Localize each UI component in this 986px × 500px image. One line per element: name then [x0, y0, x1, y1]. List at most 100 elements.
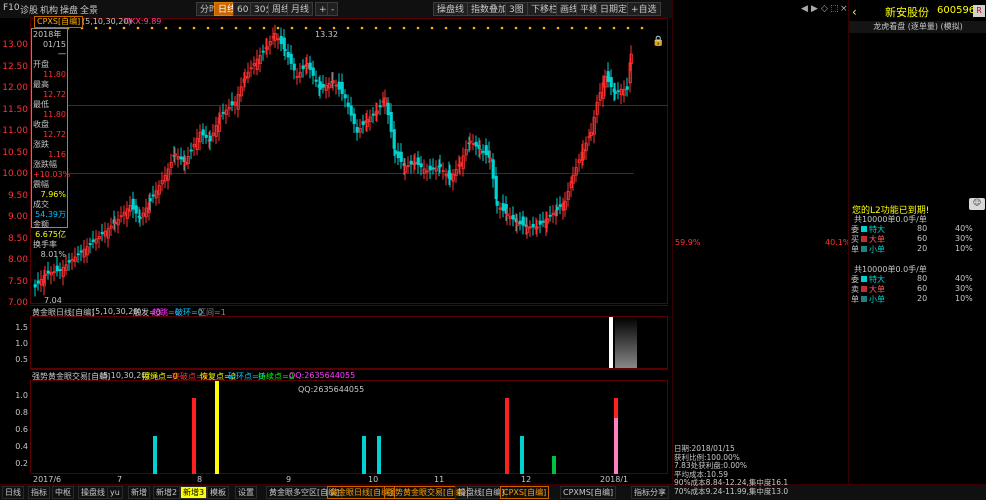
- candle-body: [518, 220, 522, 225]
- bottom-add3-tab[interactable]: 新增3: [180, 486, 208, 499]
- operation-link[interactable]: 操盘: [60, 3, 78, 16]
- indicator-tab[interactable]: CPXS[自编]: [500, 486, 550, 499]
- bottom-template-tab[interactable]: 模板: [207, 486, 229, 499]
- bottom-settings-tab[interactable]: 设置: [235, 486, 257, 499]
- close-icon[interactable]: ×: [840, 4, 848, 14]
- institution-link[interactable]: 机构: [40, 3, 58, 16]
- bottom-yu-tab[interactable]: yu: [107, 486, 123, 499]
- x-tick: 2017/6: [33, 475, 62, 484]
- flow-row: 委 特大 80 40%: [849, 274, 986, 284]
- diamond-icon[interactable]: ◇: [821, 4, 828, 14]
- frame-icon[interactable]: ⬚: [830, 4, 839, 14]
- info-value: 54.39万: [35, 210, 66, 219]
- signal-dot: [164, 26, 168, 30]
- candle-info-box: 2018年 01/15 一 开盘 11.80 最高 12.72 最低 11.80…: [31, 28, 70, 259]
- signal-dot: [570, 26, 574, 30]
- sub1-y-tick: 1.0: [15, 339, 28, 348]
- sub1-bar: [609, 317, 613, 368]
- candle-body: [208, 135, 212, 142]
- candle-body: [474, 141, 478, 147]
- candle-body: [46, 270, 50, 274]
- bottom-daily-tab[interactable]: 日线: [2, 486, 24, 499]
- candle-body: [261, 50, 265, 53]
- diagnose-link[interactable]: 诊股: [20, 3, 38, 16]
- panorama-link[interactable]: 全景: [80, 3, 98, 16]
- flow-pct: 40%: [955, 274, 973, 283]
- candle-body: [301, 65, 305, 70]
- y-tick: 10.00: [2, 169, 28, 179]
- candle-body: [558, 204, 562, 207]
- swatch-icon: [861, 276, 867, 282]
- y-tick: 7.50: [7, 277, 28, 287]
- stat-line: 70%成本9.24-11.99,集中度13.0: [674, 486, 789, 496]
- bottom-opline-tab[interactable]: 操盘线: [78, 486, 108, 499]
- candle-body: [311, 67, 315, 76]
- indicator-tab[interactable]: CPXMS[自编]: [560, 486, 617, 499]
- x-tick: 2018/1: [600, 475, 629, 484]
- candle-body: [416, 157, 420, 165]
- period-monthly-button[interactable]: 月线: [287, 2, 314, 16]
- candle-body: [349, 105, 353, 116]
- flow-name: 小单: [869, 295, 885, 304]
- lock-icon[interactable]: 🔒: [652, 36, 664, 47]
- sub1-title[interactable]: 黄金眼日线[自编]: [32, 307, 94, 318]
- candle-body: [100, 232, 104, 235]
- info-label: 换手率: [33, 240, 57, 249]
- indicator-share-tab[interactable]: 指标分享: [631, 486, 669, 499]
- next-icon[interactable]: ▶: [811, 4, 818, 14]
- candle-body: [79, 250, 83, 253]
- candle-body: [428, 165, 432, 171]
- signal-dot: [444, 26, 448, 30]
- bottom-add2-tab[interactable]: 新增2: [153, 486, 181, 499]
- chevron-left-icon[interactable]: ‹: [852, 5, 857, 19]
- flow-num: 20: [917, 244, 928, 253]
- signal-dot: [528, 26, 532, 30]
- add-watchlist-button[interactable]: +自选: [627, 2, 661, 16]
- flow-num: 80: [917, 274, 928, 283]
- f10-link[interactable]: F10: [3, 3, 20, 13]
- flow-num: 80: [917, 224, 928, 233]
- signal-dot: [318, 26, 322, 30]
- y-tick: 7.00: [7, 298, 28, 308]
- bottom-indicator-tab[interactable]: 指标: [28, 486, 50, 499]
- flow-row: 卖 大单 60 30%: [849, 284, 986, 294]
- y-tick: 12.50: [2, 62, 28, 72]
- signal-bar: [192, 398, 196, 474]
- user-icon[interactable]: ☺: [969, 198, 985, 210]
- candle-body: [76, 253, 80, 256]
- info-value: 1.16: [48, 150, 66, 159]
- signal-dot: [402, 26, 406, 30]
- info-label: 开盘: [33, 60, 49, 69]
- candle-body: [230, 101, 234, 106]
- info-year: 2018年: [33, 30, 62, 39]
- candle-body: [389, 112, 393, 132]
- signal-dot: [416, 26, 420, 30]
- signal-dot: [108, 26, 112, 30]
- candle-body: [179, 156, 183, 160]
- sub1-y-tick: 1.5: [15, 323, 28, 332]
- sub2-y-tick: 0.6: [15, 425, 28, 434]
- three-chart-button[interactable]: 3图: [505, 2, 528, 16]
- candle-body: [521, 216, 525, 226]
- zoom-out-button[interactable]: -: [327, 2, 339, 16]
- order-flow-panel: ‹ 新安股份 600596 R 龙虎看盘 (逐单量) (模拟) 您的L2功能已到…: [848, 0, 986, 484]
- candle-body: [613, 91, 617, 94]
- sub1-gradient-bar: [615, 317, 637, 368]
- candle-body: [431, 167, 435, 170]
- bottom-pivot-tab[interactable]: 中枢: [52, 486, 74, 499]
- candle-body: [396, 151, 400, 159]
- sub2-title[interactable]: 强势黄金眼交易[自编]: [32, 371, 110, 382]
- signal-bar: [520, 436, 524, 474]
- sub1-frame: [30, 316, 668, 369]
- operation-line-button[interactable]: 操盘线: [433, 2, 469, 16]
- candle-body: [609, 77, 613, 88]
- candle-body: [343, 94, 347, 99]
- prev-icon[interactable]: ◀: [801, 4, 808, 14]
- candle-body: [318, 81, 322, 90]
- r-tag-icon[interactable]: R: [973, 5, 985, 17]
- bottom-add-tab[interactable]: 新增: [128, 486, 150, 499]
- info-value: 11.80: [43, 110, 66, 119]
- info-label: 涨跌: [33, 140, 49, 149]
- indicator-tag[interactable]: CPXS[自编]: [34, 16, 84, 28]
- sub2-y-tick: 0.2: [15, 459, 28, 468]
